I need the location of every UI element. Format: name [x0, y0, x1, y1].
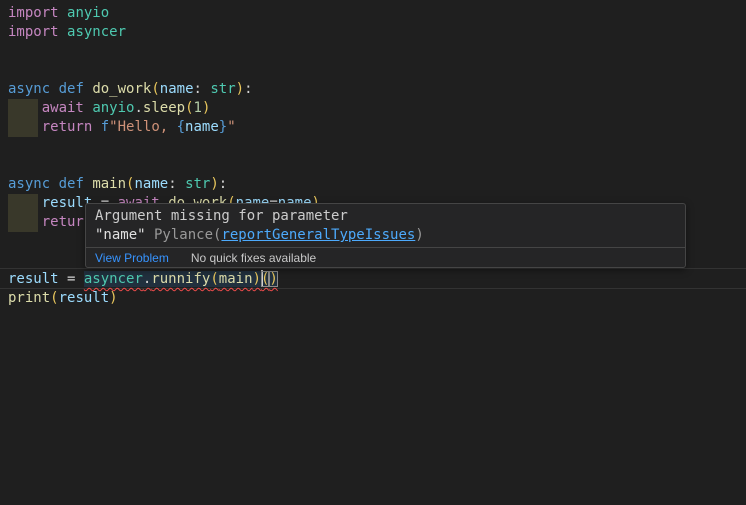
code-line-6[interactable]: await anyio.sleep(1) — [8, 99, 320, 118]
code-token: async — [8, 81, 50, 97]
hover-message-line2: "name" Pylance(reportGeneralTypeIssues) — [95, 226, 675, 245]
code-token: { — [177, 119, 185, 135]
code-line-3[interactable] — [8, 42, 320, 61]
code-token: ) — [210, 176, 218, 192]
code-line-9[interactable] — [8, 156, 320, 175]
code-token: str — [185, 176, 210, 192]
code-line-10[interactable]: async def main(name: str): — [8, 175, 320, 194]
code-token — [50, 176, 58, 192]
code-token: : — [244, 81, 252, 97]
code-token: result — [8, 271, 59, 287]
code-token: result — [59, 290, 110, 306]
code-token: = — [59, 271, 84, 287]
diagnostic-rule-link[interactable]: reportGeneralTypeIssues — [221, 227, 415, 243]
code-token: asyncer — [67, 24, 126, 40]
code-token: await — [42, 100, 84, 116]
code-token: ( — [210, 271, 218, 287]
code-line-4[interactable] — [8, 61, 320, 80]
code-token: ) — [253, 271, 261, 287]
code-token: ( — [50, 290, 58, 306]
code-token: import — [8, 5, 59, 21]
code-token: asyncer — [84, 271, 143, 287]
hover-source-close: ) — [415, 227, 423, 243]
code-token: ( — [185, 100, 193, 116]
code-token: print — [8, 290, 50, 306]
code-token: import — [8, 24, 59, 40]
code-token: str — [210, 81, 235, 97]
code-token: f — [101, 119, 109, 135]
code-line-1[interactable]: import anyio — [8, 4, 320, 23]
code-token: ) — [236, 81, 244, 97]
view-problem-link[interactable]: View Problem — [95, 251, 169, 265]
hover-message-line1: Argument missing for parameter — [95, 207, 675, 226]
code-token: name — [134, 176, 168, 192]
code-token: : — [219, 176, 227, 192]
code-token — [8, 195, 42, 211]
code-line-2[interactable]: import asyncer — [8, 23, 320, 42]
code-token: def — [59, 176, 84, 192]
code-line-7[interactable]: return f"Hello, {name}" — [8, 118, 320, 137]
code-token — [8, 214, 42, 230]
code-token: ( — [151, 81, 159, 97]
hover-param-name: "name" — [95, 227, 146, 243]
code-token: ) — [202, 100, 210, 116]
code-token — [59, 5, 67, 21]
code-token: main — [92, 176, 126, 192]
code-token: anyio — [92, 100, 134, 116]
code-token: ) — [109, 290, 117, 306]
error-range: asyncer.runnify(main)() — [84, 271, 278, 287]
code-token: name — [185, 119, 219, 135]
code-token: } — [219, 119, 227, 135]
no-quick-fixes-label: No quick fixes available — [191, 251, 316, 265]
hover-source: Pylance( — [146, 227, 222, 243]
code-token — [8, 100, 42, 116]
code-line-8[interactable] — [8, 137, 320, 156]
code-token: : — [194, 81, 211, 97]
code-token: anyio — [67, 5, 109, 21]
code-token: ) — [269, 271, 277, 287]
code-line-15[interactable]: result = asyncer.runnify(main)() — [8, 270, 320, 289]
code-token: return — [42, 119, 93, 135]
code-editor[interactable]: import anyioimport asyncerasync def do_w… — [0, 0, 746, 505]
code-line-5[interactable]: async def do_work(name: str): — [8, 80, 320, 99]
hover-tooltip: Argument missing for parameter"name" Pyl… — [85, 203, 686, 268]
code-token: main — [219, 271, 253, 287]
code-token: : — [168, 176, 185, 192]
hover-status-bar: View Problem No quick fixes available — [86, 247, 685, 267]
code-line-16[interactable]: print(result) — [8, 289, 320, 308]
code-token — [59, 24, 67, 40]
code-token: name — [160, 81, 194, 97]
code-token: do_work — [92, 81, 151, 97]
code-token: sleep — [143, 100, 185, 116]
code-token: . — [134, 100, 142, 116]
code-token: runnify — [151, 271, 210, 287]
code-token: "Hello, — [109, 119, 176, 135]
code-token — [8, 119, 42, 135]
code-token: 1 — [194, 100, 202, 116]
code-token — [92, 119, 100, 135]
code-token: async — [8, 176, 50, 192]
hover-message: Argument missing for parameter"name" Pyl… — [86, 204, 685, 247]
code-token: " — [227, 119, 235, 135]
code-token — [50, 81, 58, 97]
code-token: def — [59, 81, 84, 97]
